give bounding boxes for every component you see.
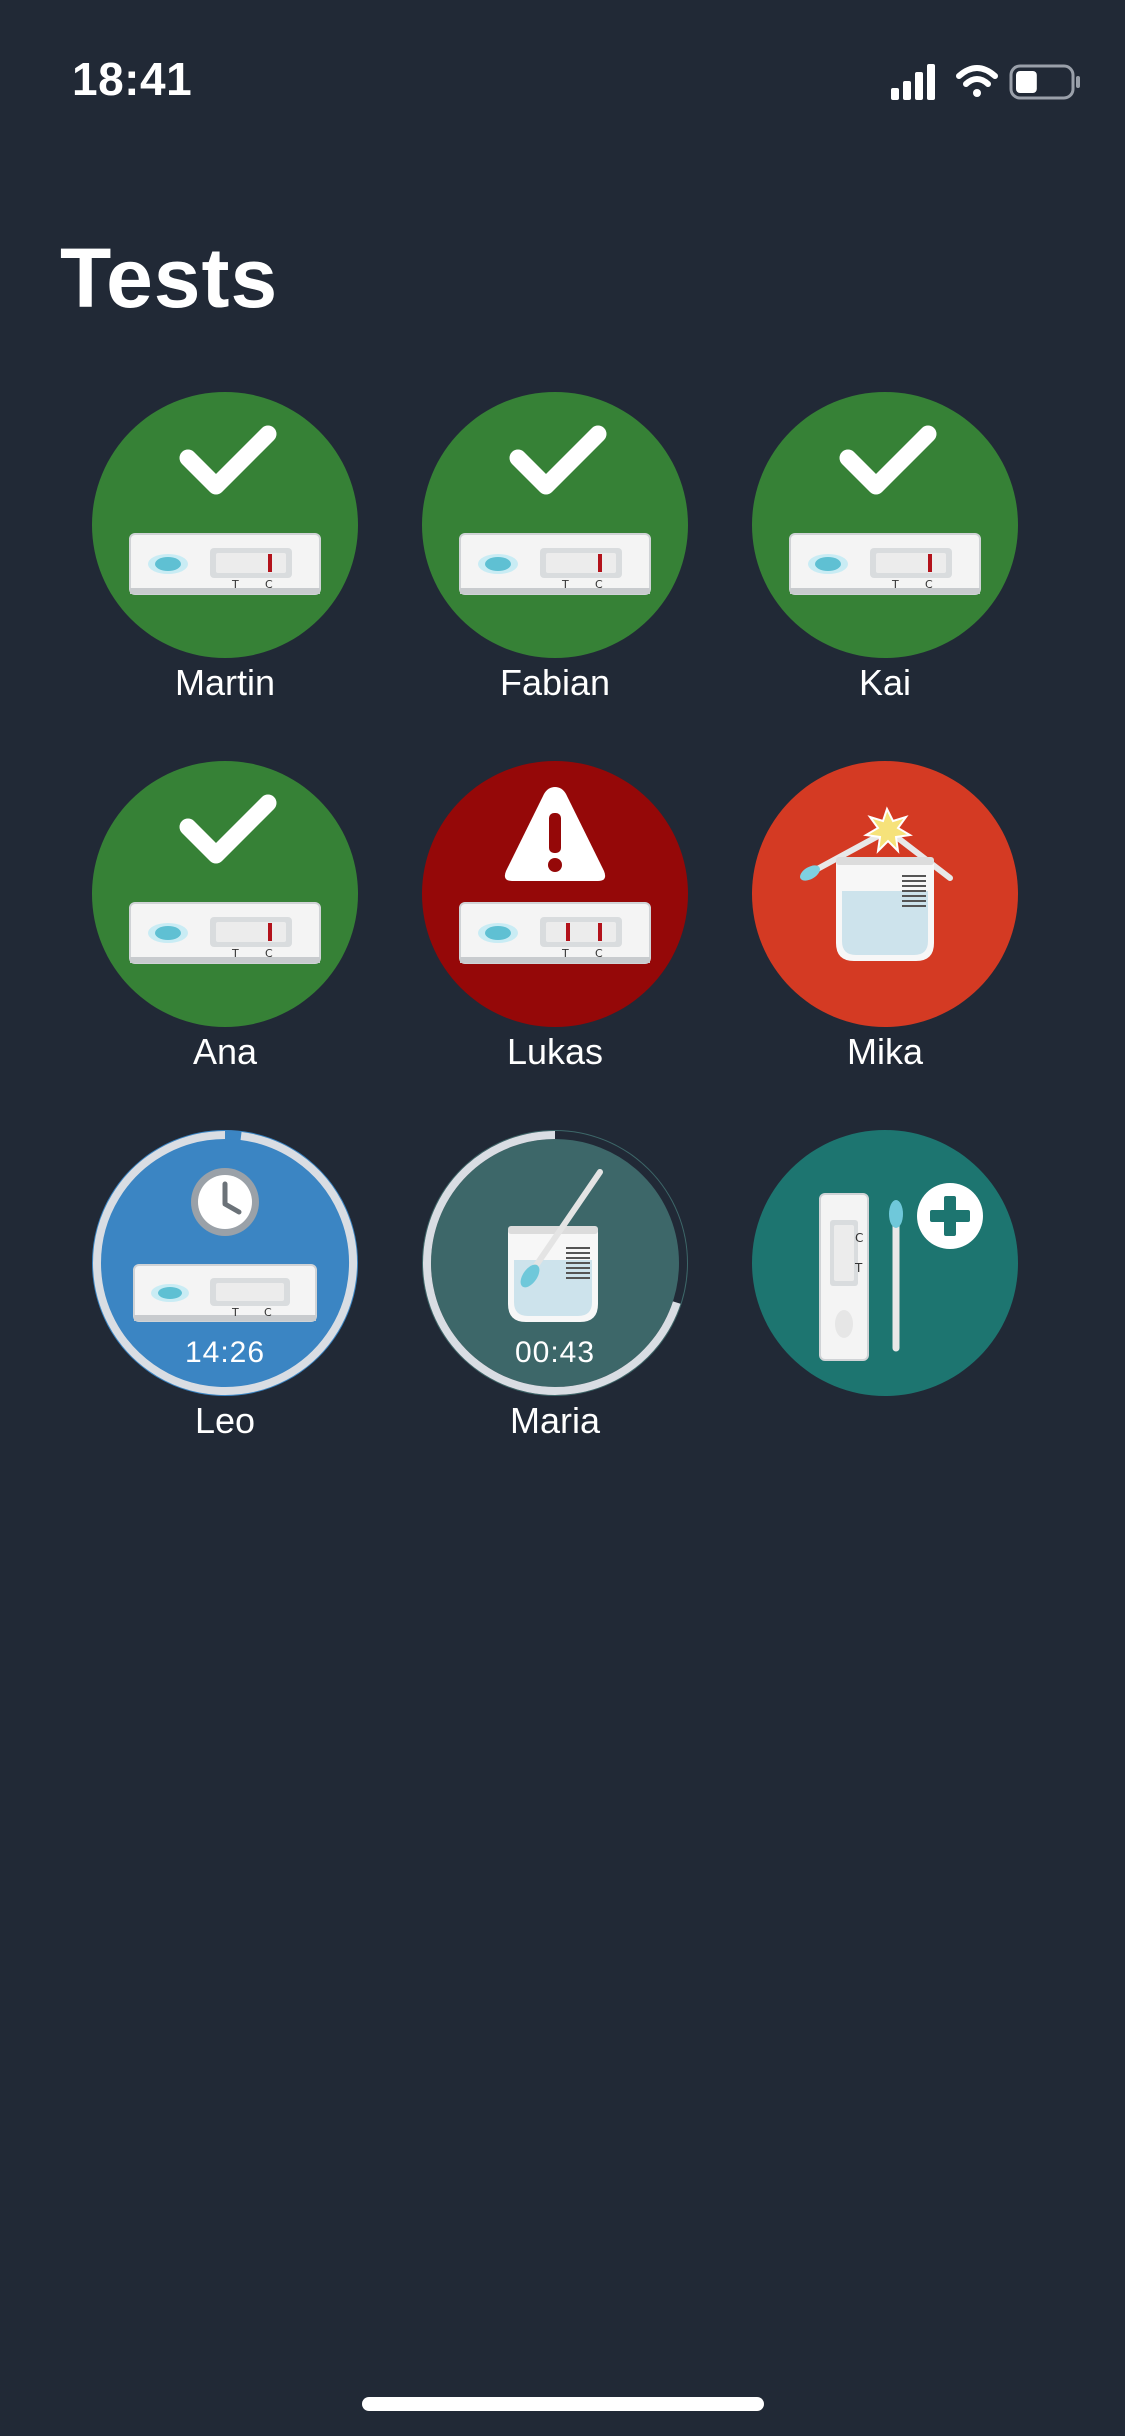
battery-icon: [1009, 64, 1080, 100]
svg-text:T: T: [231, 1306, 239, 1319]
test-cassette-icon: T C: [129, 533, 321, 595]
status-icons: [891, 60, 1091, 104]
add-test-circle-bg: [752, 1130, 1018, 1396]
svg-text:T: T: [561, 947, 569, 960]
status-circle-bg: [752, 392, 1018, 658]
test-cassette-icon: T C: [789, 533, 981, 595]
test-tile-maria[interactable]: 00:43 Maria: [390, 1130, 720, 1510]
test-name: Leo: [194, 1400, 256, 1441]
svg-text:C: C: [265, 578, 273, 591]
signal-icon: [891, 64, 935, 100]
test-cassette-icon: T C: [459, 902, 651, 964]
test-cassette-icon: T C: [459, 533, 651, 595]
svg-text:T: T: [231, 947, 239, 960]
test-name: Maria: [509, 1400, 601, 1441]
status-circle-bg: [92, 761, 358, 1027]
result-circle: [752, 761, 1018, 1027]
svg-text:T: T: [231, 578, 239, 591]
result-circle: T C: [422, 392, 688, 658]
timer-circle: 00:43: [422, 1130, 688, 1396]
svg-text:C: C: [855, 1231, 863, 1245]
result-circle: T C: [92, 761, 358, 1027]
test-cassette-icon: T C: [129, 902, 321, 964]
add-test-button[interactable]: C T: [720, 1130, 1050, 1510]
countdown-timer: 14:26: [184, 1336, 266, 1369]
status-circle-bg: [422, 392, 688, 658]
test-tile-mika[interactable]: Mika: [720, 761, 1050, 1141]
test-name: Kai: [858, 662, 912, 703]
test-name: Fabian: [499, 662, 611, 703]
clock-icon: [191, 1168, 259, 1236]
result-circle: T C: [752, 392, 1018, 658]
svg-text:T: T: [891, 578, 899, 591]
svg-text:C: C: [264, 1306, 272, 1319]
status-bar: 18:41: [0, 0, 1125, 140]
result-circle: T C: [92, 392, 358, 658]
add-test-circle: C T: [752, 1130, 1018, 1396]
test-name: Mika: [846, 1031, 923, 1072]
page-title: Tests: [60, 231, 279, 325]
status-circle-bg: [92, 392, 358, 658]
test-tile-martin[interactable]: T C Martin: [60, 392, 390, 772]
svg-text:C: C: [595, 578, 603, 591]
countdown-timer: 00:43: [514, 1336, 596, 1369]
timer-circle: T C 14:26: [92, 1130, 358, 1396]
test-cassette-icon: T C: [133, 1264, 317, 1322]
svg-text:T: T: [854, 1261, 863, 1275]
wifi-icon: [956, 65, 998, 97]
result-circle: T C: [422, 761, 688, 1027]
svg-text:C: C: [925, 578, 933, 591]
test-tile-kai[interactable]: T C Kai: [720, 392, 1050, 772]
status-time: 18:41: [72, 53, 193, 105]
test-name: Ana: [192, 1031, 258, 1072]
test-name: Martin: [174, 662, 276, 703]
svg-text:C: C: [265, 947, 273, 960]
svg-text:T: T: [561, 578, 569, 591]
test-tile-fabian[interactable]: T C Fabian: [390, 392, 720, 772]
home-indicator[interactable]: [362, 2397, 764, 2411]
test-name: Lukas: [506, 1031, 604, 1072]
test-tile-lukas[interactable]: T C Lukas: [390, 761, 720, 1141]
svg-text:C: C: [595, 947, 603, 960]
test-tile-leo[interactable]: T C 14:26 Leo: [60, 1130, 390, 1510]
test-tile-ana[interactable]: T C Ana: [60, 761, 390, 1141]
